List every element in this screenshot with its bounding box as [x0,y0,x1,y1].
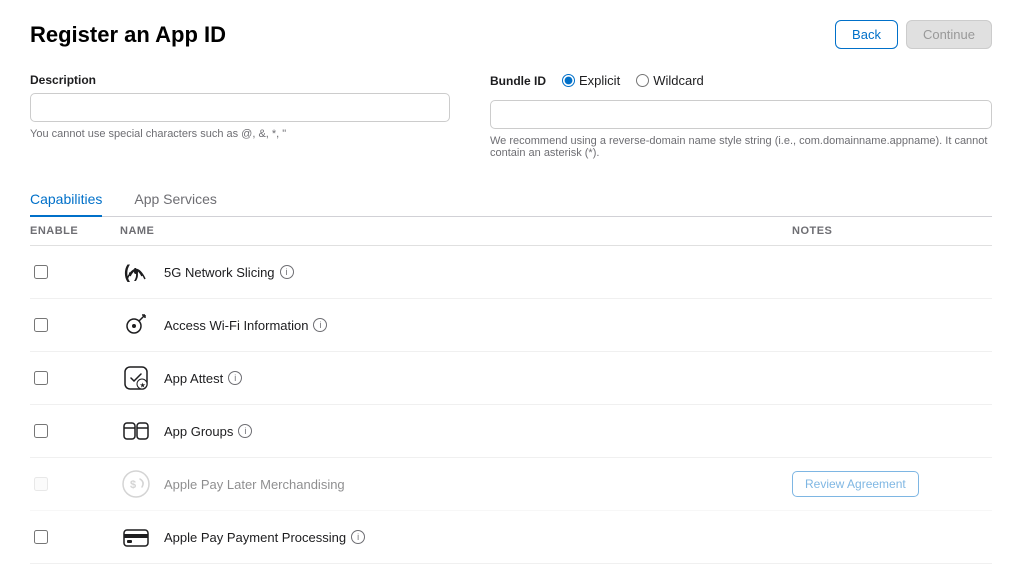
col-header-name: NAME [120,225,792,237]
name-cell: App Groups i [120,415,792,447]
wildcard-label: Wildcard [653,73,704,88]
wildcard-radio[interactable] [636,74,649,87]
apple-pay-later-icon: $ [120,468,152,500]
name-cell: Apple Pay Payment Processing i [120,521,792,553]
capability-checkbox-wifi[interactable] [34,318,48,332]
table-row: App Groups i [30,405,992,458]
svg-text:$: $ [130,479,136,491]
explicit-radio-option[interactable]: Explicit [562,73,620,88]
description-label: Description [30,73,450,87]
name-cell: Access Wi-Fi Information i [120,309,792,341]
bundle-id-hint: We recommend using a reverse-domain name… [490,135,992,159]
page-title: Register an App ID [30,22,226,48]
tab-app-services[interactable]: App Services [134,183,216,217]
explicit-radio[interactable] [562,74,575,87]
capability-checkbox-attest[interactable] [34,371,48,385]
wildcard-radio-option[interactable]: Wildcard [636,73,704,88]
bundle-id-input[interactable] [490,100,992,129]
col-header-notes: NOTES [792,225,992,237]
5g-network-slicing-icon: ( · ) [120,256,152,288]
capability-name: Access Wi-Fi Information i [164,318,327,333]
info-icon[interactable]: i [313,318,327,332]
apple-pay-processing-icon [120,521,152,553]
info-icon[interactable]: i [280,265,294,279]
description-input[interactable] [30,93,450,122]
review-agreement-button[interactable]: Review Agreement [792,471,919,497]
capability-checkbox-5g[interactable] [34,265,48,279]
notes-cell: Review Agreement [792,471,992,497]
app-groups-icon [120,415,152,447]
continue-button: Continue [906,20,992,49]
capability-name: Apple Pay Later Merchandising [164,477,345,492]
bundle-id-group: Bundle ID Explicit Wildcard We recommend… [490,73,992,159]
info-icon[interactable]: i [351,530,365,544]
capability-checkbox-groups[interactable] [34,424,48,438]
form-row: Description You cannot use special chara… [30,73,992,159]
capability-checkbox-pay-processing[interactable] [34,530,48,544]
table-row: Access Wi-Fi Information i [30,299,992,352]
description-group: Description You cannot use special chara… [30,73,450,159]
table-header: ENABLE NAME NOTES [30,217,992,246]
table-row: $ Apple Pay Later Merchandising Review A… [30,458,992,511]
table-row: ★ App Attest i [30,352,992,405]
enable-cell [30,530,120,544]
enable-cell [30,265,120,279]
enable-cell [30,477,120,491]
bundle-id-label: Bundle ID [490,74,546,88]
enable-cell [30,371,120,385]
bundle-id-radio-group: Explicit Wildcard [562,73,704,88]
name-cell: ★ App Attest i [120,362,792,394]
table-row: ( · ) 5G Network Slicing i [30,246,992,299]
svg-text:★: ★ [140,382,146,390]
info-icon[interactable]: i [238,424,252,438]
col-header-enable: ENABLE [30,225,120,237]
enable-cell [30,318,120,332]
tabs-container: Capabilities App Services [30,183,992,217]
back-button[interactable]: Back [835,20,898,49]
header-buttons: Back Continue [835,20,992,49]
capability-name: App Groups i [164,424,252,439]
capability-name: App Attest i [164,371,242,386]
name-cell: ( · ) 5G Network Slicing i [120,256,792,288]
capability-name: Apple Pay Payment Processing i [164,530,365,545]
access-wifi-icon [120,309,152,341]
enable-cell [30,424,120,438]
description-hint: You cannot use special characters such a… [30,128,450,140]
explicit-label: Explicit [579,73,620,88]
table-row: Apple Pay Payment Processing i [30,511,992,564]
capabilities-table: ENABLE NAME NOTES ( · ) 5G Network Slic [30,217,992,564]
capability-checkbox-pay-later [34,477,48,491]
app-attest-icon: ★ [120,362,152,394]
info-icon[interactable]: i [228,371,242,385]
tab-capabilities[interactable]: Capabilities [30,183,102,217]
bundle-id-row: Bundle ID Explicit Wildcard [490,73,992,88]
capability-name: 5G Network Slicing i [164,265,294,280]
name-cell: $ Apple Pay Later Merchandising [120,468,792,500]
